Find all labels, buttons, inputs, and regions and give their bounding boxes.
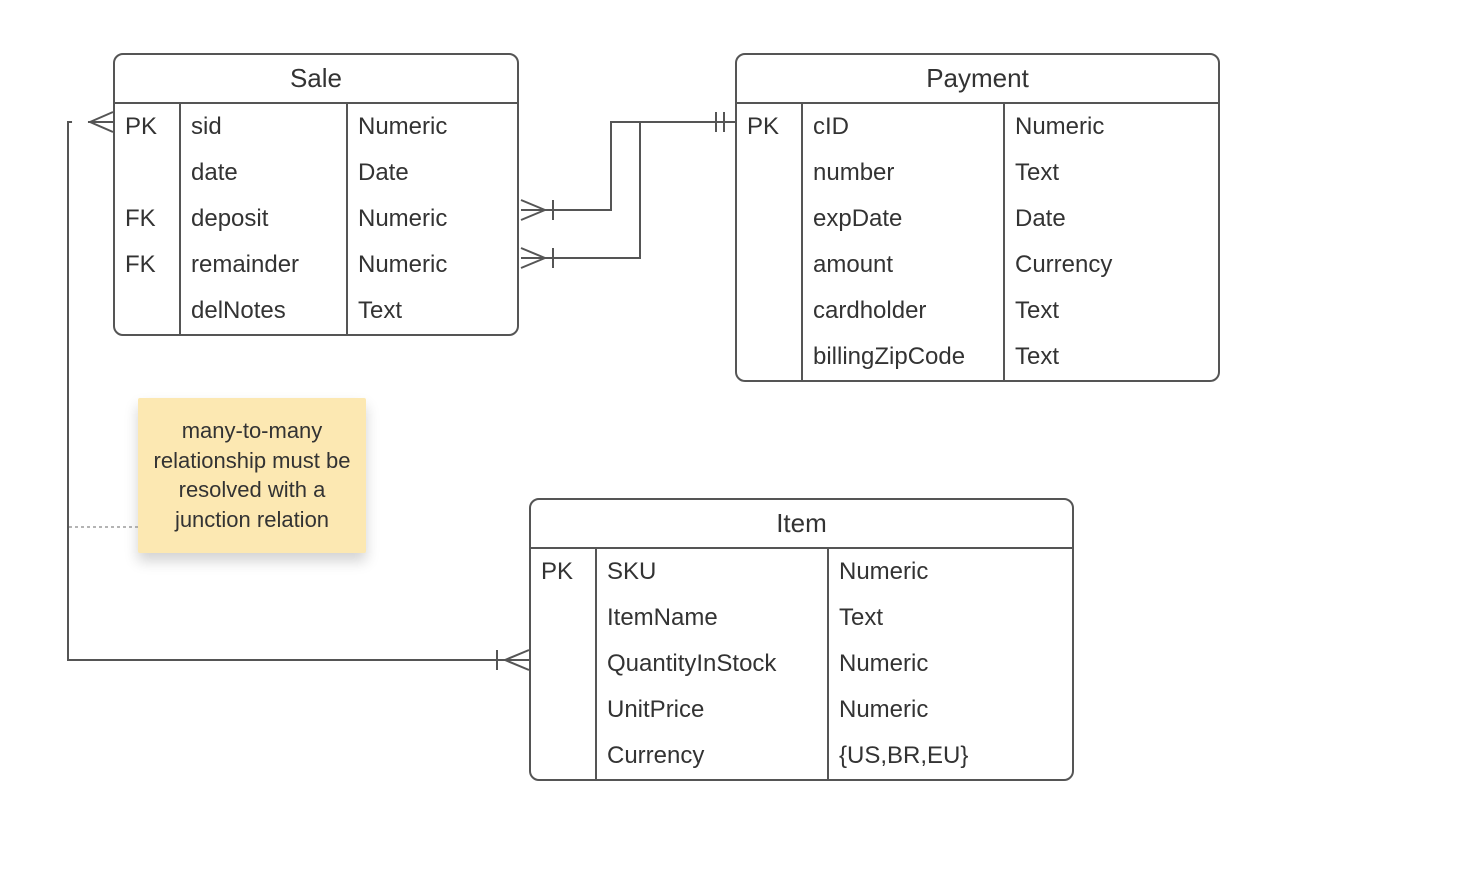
entity-sale: Sale PK FK FK sid date deposit remainder…	[113, 53, 519, 336]
key-cell	[531, 641, 595, 687]
crowsfoot-many-icon	[521, 248, 553, 268]
one-mandatory-icon	[716, 112, 724, 132]
name-cell: ItemName	[597, 595, 827, 641]
key-cell: FK	[115, 242, 179, 288]
type-cell: Numeric	[348, 104, 517, 150]
name-cell: date	[181, 150, 346, 196]
key-cell	[737, 334, 801, 380]
type-cell: Numeric	[829, 641, 1072, 687]
entity-payment-keys: PK	[737, 104, 803, 380]
entity-sale-names: sid date deposit remainder delNotes	[181, 104, 348, 334]
key-cell	[115, 288, 179, 334]
rel-sale-deposit-payment	[521, 122, 735, 210]
type-cell: Numeric	[829, 687, 1072, 733]
crowsfoot-optional-icon	[72, 112, 113, 132]
entity-payment: Payment PK cID number expDate amount car…	[735, 53, 1220, 382]
name-cell: amount	[803, 242, 1003, 288]
entity-payment-title: Payment	[737, 55, 1218, 104]
key-cell	[531, 733, 595, 779]
crowsfoot-many-icon	[497, 650, 529, 670]
key-cell	[737, 150, 801, 196]
entity-sale-keys: PK FK FK	[115, 104, 181, 334]
name-cell: deposit	[181, 196, 346, 242]
entity-item-title: Item	[531, 500, 1072, 549]
type-cell: Date	[1005, 196, 1218, 242]
type-cell: {US,BR,EU}	[829, 733, 1072, 779]
key-cell	[531, 595, 595, 641]
name-cell: billingZipCode	[803, 334, 1003, 380]
key-cell	[115, 150, 179, 196]
name-cell: number	[803, 150, 1003, 196]
name-cell: UnitPrice	[597, 687, 827, 733]
crowsfoot-many-icon	[521, 200, 553, 220]
name-cell: delNotes	[181, 288, 346, 334]
key-cell: FK	[115, 196, 179, 242]
entity-payment-types: Numeric Text Date Currency Text Text	[1005, 104, 1218, 380]
key-cell	[531, 687, 595, 733]
name-cell: remainder	[181, 242, 346, 288]
type-cell: Text	[1005, 150, 1218, 196]
type-cell: Numeric	[1005, 104, 1218, 150]
entity-item: Item PK SKU ItemName QuantityInStock Uni…	[529, 498, 1074, 781]
type-cell: Numeric	[348, 242, 517, 288]
rel-sale-remainder-payment	[521, 122, 640, 258]
type-cell: Text	[348, 288, 517, 334]
type-cell: Text	[1005, 334, 1218, 380]
entity-item-names: SKU ItemName QuantityInStock UnitPrice C…	[597, 549, 829, 779]
entity-sale-title: Sale	[115, 55, 517, 104]
entity-item-keys: PK	[531, 549, 597, 779]
type-cell: Date	[348, 150, 517, 196]
name-cell: QuantityInStock	[597, 641, 827, 687]
entity-payment-names: cID number expDate amount cardholder bil…	[803, 104, 1005, 380]
name-cell: sid	[181, 104, 346, 150]
entity-item-types: Numeric Text Numeric Numeric {US,BR,EU}	[829, 549, 1072, 779]
name-cell: SKU	[597, 549, 827, 595]
key-cell: PK	[531, 549, 595, 595]
name-cell: expDate	[803, 196, 1003, 242]
type-cell: Currency	[1005, 242, 1218, 288]
key-cell: PK	[115, 104, 179, 150]
key-cell	[737, 288, 801, 334]
key-cell: PK	[737, 104, 801, 150]
name-cell: cID	[803, 104, 1003, 150]
entity-sale-types: Numeric Date Numeric Numeric Text	[348, 104, 517, 334]
name-cell: Currency	[597, 733, 827, 779]
type-cell: Numeric	[829, 549, 1072, 595]
type-cell: Numeric	[348, 196, 517, 242]
type-cell: Text	[829, 595, 1072, 641]
sticky-note: many-to-many relationship must be resolv…	[138, 398, 366, 553]
key-cell	[737, 196, 801, 242]
key-cell	[737, 242, 801, 288]
type-cell: Text	[1005, 288, 1218, 334]
name-cell: cardholder	[803, 288, 1003, 334]
